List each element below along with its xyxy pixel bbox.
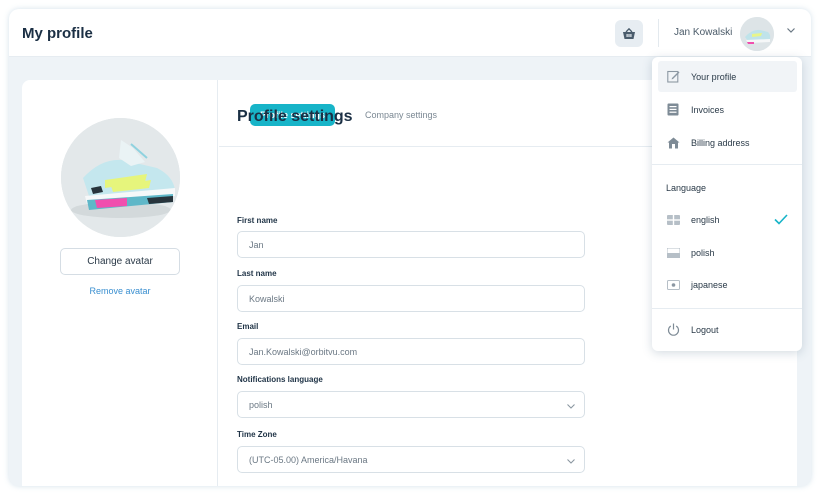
home-icon xyxy=(666,136,680,150)
first-name-label: First name xyxy=(237,216,278,225)
tab-company-settings[interactable]: Company settings xyxy=(365,110,437,120)
chevron-down-icon[interactable] xyxy=(786,25,796,35)
edit-icon xyxy=(666,70,680,84)
time-zone-value: (UTC-05.00) America/Havana xyxy=(249,454,368,465)
flag-icon xyxy=(666,213,680,227)
notifications-language-value: polish xyxy=(249,399,273,410)
menu-item-invoices[interactable]: Invoices xyxy=(658,94,797,125)
page-title: My profile xyxy=(22,25,93,42)
language-option-japanese[interactable]: japanese xyxy=(658,269,797,300)
logout-button[interactable]: Logout xyxy=(658,314,797,345)
user-name[interactable]: Jan Kowalski xyxy=(674,27,732,38)
check-icon xyxy=(774,214,788,225)
invoice-icon xyxy=(666,103,680,117)
avatar-panel: Change avatar Remove avatar xyxy=(22,80,218,486)
basket-button[interactable] xyxy=(615,20,643,47)
email-label: Email xyxy=(237,322,259,331)
menu-item-billing-address[interactable]: Billing address xyxy=(658,127,797,158)
chevron-down-icon xyxy=(567,404,575,409)
notifications-language-select[interactable]: polish xyxy=(237,391,585,418)
last-name-field[interactable]: Kowalski xyxy=(237,285,585,312)
power-icon xyxy=(666,323,680,337)
basket-icon xyxy=(623,27,635,39)
language-option-polish[interactable]: polish xyxy=(658,237,797,268)
profile-avatar xyxy=(61,118,180,237)
user-avatar[interactable] xyxy=(740,17,774,51)
menu-divider xyxy=(652,308,802,309)
change-avatar-button[interactable]: Change avatar xyxy=(60,248,180,275)
top-bar: My profile Jan Kowalski xyxy=(9,9,811,57)
time-zone-select[interactable]: (UTC-05.00) America/Havana xyxy=(237,446,585,473)
form-title: Profile settings xyxy=(237,108,353,125)
remove-avatar-link[interactable]: Remove avatar xyxy=(22,286,218,296)
language-heading: Language xyxy=(666,183,707,193)
last-name-label: Last name xyxy=(237,269,277,278)
email-field[interactable]: Jan.Kowalski@orbitvu.com xyxy=(237,338,585,365)
time-zone-label: Time Zone xyxy=(237,430,277,439)
first-name-field[interactable]: Jan xyxy=(237,231,585,258)
user-menu-dropdown: Your profile Invoices Billing address La… xyxy=(652,57,802,351)
menu-item-your-profile[interactable]: Your profile xyxy=(658,61,797,92)
notifications-language-label: Notifications language xyxy=(237,375,323,384)
chevron-down-icon xyxy=(567,459,575,464)
flag-icon xyxy=(666,246,680,260)
header-divider xyxy=(658,19,659,47)
menu-divider xyxy=(652,164,802,165)
flag-icon xyxy=(666,278,680,292)
